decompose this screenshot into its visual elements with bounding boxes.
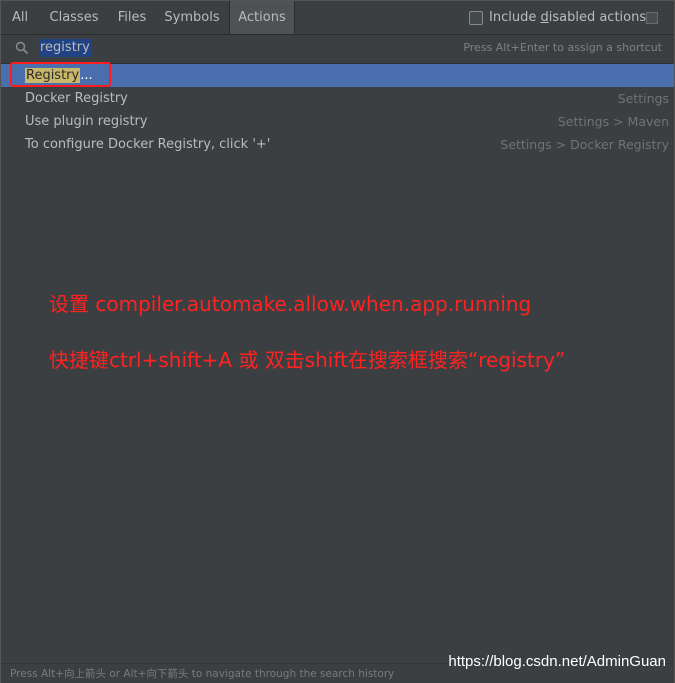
annotation-line-2: 快捷键ctrl+shift+A 或 双击shift在搜索框搜索“registry… [49,348,566,372]
result-use-plugin-registry[interactable]: Use plugin registry Settings > Maven [1,110,674,133]
search-input[interactable]: registry [39,39,91,57]
tab-actions[interactable]: Actions [229,1,295,34]
tab-all[interactable]: All [1,1,39,34]
shortcut-hint: Press Alt+Enter to assign a shortcut [463,41,662,54]
result-configure-docker-registry[interactable]: To configure Docker Registry, click '+' … [1,133,674,156]
tab-symbols[interactable]: Symbols [155,1,229,34]
search-icon [15,41,29,55]
result-category: Settings > Maven [557,114,669,129]
tab-classes[interactable]: Classes [39,1,109,34]
include-disabled-checkbox[interactable] [469,11,483,25]
result-name: To configure Docker Registry, click '+' [25,137,271,152]
search-everywhere-popup: All Classes Files Symbols Actions Includ… [0,0,675,683]
result-docker-registry[interactable]: Docker Registry Settings [1,87,674,110]
pin-window-icon[interactable] [646,12,658,24]
search-row: registry Press Alt+Enter to assign a sho… [1,35,674,64]
include-disabled-label: Include disabled actions [489,10,647,25]
annotation-line-1: 设置 compiler.automake.allow.when.app.runn… [49,292,532,316]
tab-files[interactable]: Files [109,1,155,34]
tab-bar: All Classes Files Symbols Actions Includ… [1,1,674,35]
watermark: https://blog.csdn.net/AdminGuan [448,653,666,670]
result-category: Settings [617,91,669,106]
annotation-highlight-box [10,62,111,87]
result-name: Docker Registry [25,91,128,106]
navigation-hint: Press Alt+向上箭头 or Alt+向下箭头 to navigate t… [10,668,395,680]
result-name: Use plugin registry [25,114,148,129]
result-category: Settings > Docker Registry [500,137,669,152]
